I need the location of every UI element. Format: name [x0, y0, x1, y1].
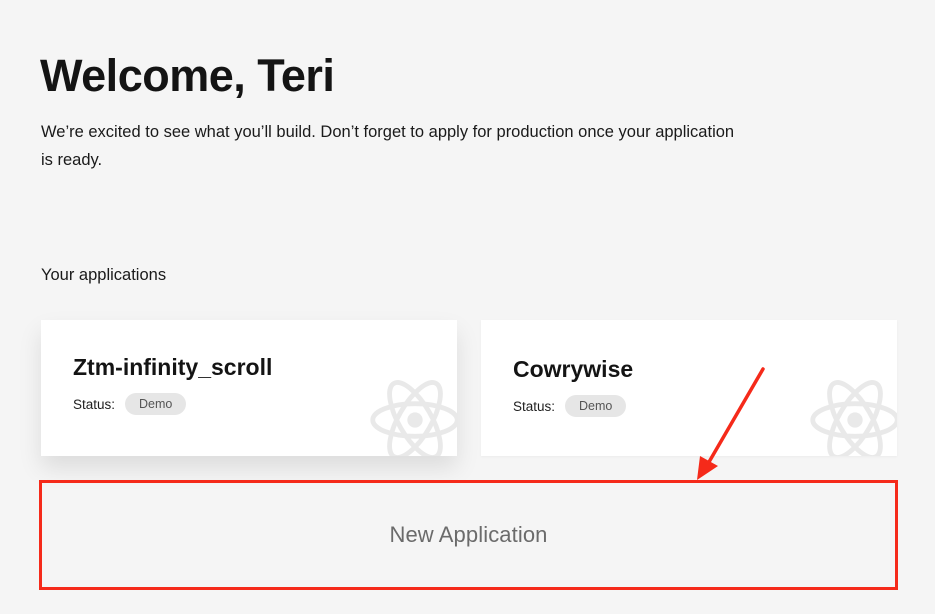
welcome-heading: Welcome, Teri: [40, 50, 335, 101]
application-name[interactable]: Ztm-infinity_scroll: [73, 353, 272, 381]
react-atom-icon: [807, 372, 897, 456]
welcome-description: We’re excited to see what you’ll build. …: [41, 123, 735, 169]
status-badge: Demo: [125, 393, 187, 415]
status-label: Status:: [513, 398, 556, 414]
new-application-label: New Application: [389, 522, 548, 547]
application-card[interactable]: Ztm-infinity_scroll Status: Demo: [41, 320, 457, 456]
status-label: Status:: [73, 396, 116, 412]
status-badge: Demo: [565, 395, 627, 417]
applications-section-title: Your applications: [41, 266, 167, 284]
status-row: Status: Demo: [73, 393, 187, 415]
application-name[interactable]: Cowrywise: [513, 355, 633, 383]
react-atom-icon: [367, 372, 457, 456]
status-row: Status: Demo: [513, 395, 627, 417]
new-application-button[interactable]: New Application: [39, 480, 898, 590]
application-card[interactable]: Cowrywise Status: Demo: [481, 320, 897, 456]
